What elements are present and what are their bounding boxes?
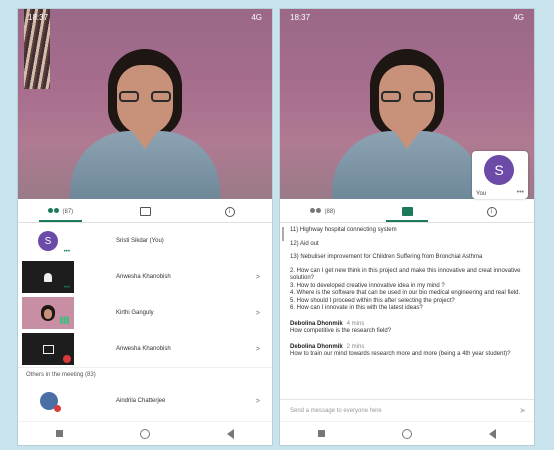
- tab-info[interactable]: i: [449, 201, 534, 222]
- chevron-right-icon[interactable]: >: [256, 346, 260, 353]
- participant-row[interactable]: Aindrila Chatterjee >: [18, 383, 272, 419]
- status-bar: 18:37 4G: [280, 9, 534, 25]
- participant-name: Sristi Sikdar (You): [116, 238, 164, 244]
- tab-people[interactable]: (87): [18, 201, 103, 222]
- tab-info[interactable]: i: [187, 201, 272, 222]
- chat-text-line: 5. How should I proceed within this afte…: [290, 297, 455, 304]
- more-icon: •••: [63, 285, 70, 291]
- send-icon[interactable]: ➤: [519, 406, 526, 415]
- participant-name: Aindrila Chatterjee: [116, 398, 166, 404]
- participant-row[interactable]: S ••• Sristi Sikdar (You): [18, 223, 272, 259]
- recents-button[interactable]: [56, 430, 64, 437]
- android-nav-bar: [18, 421, 272, 445]
- left-phone-screen: 18:37 4G (87) i S ••• Sristi Sikdar (You…: [17, 8, 273, 446]
- back-button[interactable]: [226, 428, 234, 439]
- message-time: 4 mins: [346, 320, 365, 327]
- participant-name: Anwesha Khanobish: [116, 274, 171, 280]
- avatar: S: [38, 231, 58, 251]
- message-time: 2 mins: [346, 343, 365, 350]
- participant-row[interactable]: ▌▌▌ Kirthi Ganguly >: [18, 295, 272, 331]
- tab-chat[interactable]: [103, 201, 188, 222]
- more-icon[interactable]: •••: [517, 189, 524, 196]
- participant-thumb: •••: [22, 261, 74, 293]
- tab-people[interactable]: (88): [280, 201, 365, 222]
- participant-name: Kirthi Ganguly: [116, 310, 154, 316]
- chat-icon: [139, 207, 151, 216]
- message-sender: Debolina Dhonmik: [290, 320, 343, 327]
- participant-thumb: ▌▌▌: [22, 297, 74, 329]
- chat-text-line: 11) Highway hospital connecting system: [290, 227, 397, 233]
- chat-text-line: 3. How to developed creative innovative …: [290, 282, 445, 289]
- participant-list: S ••• Sristi Sikdar (You) ••• Anwesha Kh…: [18, 223, 272, 421]
- chat-icon: [401, 207, 413, 216]
- self-label: You: [476, 191, 487, 197]
- tab-people-label: (88): [324, 208, 336, 215]
- info-icon: i: [486, 206, 497, 217]
- chat-text-line: 13) Nebuliser improvement for Children S…: [290, 254, 483, 260]
- status-time: 18:37: [28, 12, 49, 22]
- participant-row[interactable]: Anwesha Khanobish >: [18, 331, 272, 367]
- message-text: How competitive is the research field?: [290, 328, 392, 334]
- people-icon: [47, 208, 60, 215]
- android-nav-bar: [280, 421, 534, 445]
- others-heading: Others in the meeting (83): [18, 367, 272, 383]
- avatar: [40, 392, 61, 412]
- bell-icon: [44, 272, 52, 282]
- status-bar: 18:37 4G: [18, 9, 272, 25]
- message-sender: Debolina Dhonmik: [290, 343, 343, 350]
- audio-level-icon: ▌▌▌: [60, 318, 71, 324]
- participant-thumb: [22, 333, 74, 365]
- chevron-right-icon[interactable]: >: [256, 274, 260, 281]
- message-input[interactable]: Send a message to everyone here ➤: [280, 399, 534, 421]
- people-icon: [309, 208, 322, 215]
- avatar: S: [484, 155, 514, 185]
- recents-button[interactable]: [318, 430, 326, 437]
- speaker-video: [70, 39, 220, 199]
- message-input-placeholder: Send a message to everyone here: [290, 407, 382, 414]
- more-icon: •••: [63, 249, 70, 255]
- status-time: 18:37: [290, 12, 311, 22]
- chevron-right-icon[interactable]: >: [256, 398, 260, 405]
- mic-off-icon: [63, 355, 71, 363]
- home-button[interactable]: [401, 428, 412, 439]
- participant-thumb: S •••: [22, 225, 74, 257]
- participant-row[interactable]: ••• Anwesha Khanobish >: [18, 259, 272, 295]
- chat-text-line: 4. Where is the software that can be use…: [290, 290, 521, 296]
- chat-text-line: 6. How can I innovate in this with the l…: [290, 305, 423, 311]
- back-button[interactable]: [488, 428, 496, 439]
- chat-panel: 11) Highway hospital connecting system 1…: [280, 223, 534, 399]
- chat-message: Debolina Dhonmik 2 mins How to train our …: [290, 344, 526, 359]
- info-icon: i: [224, 206, 235, 217]
- meeting-tabs: (88) i: [280, 201, 534, 223]
- self-view-tile[interactable]: S You •••: [472, 151, 528, 199]
- status-signal: 4G: [251, 12, 262, 22]
- tab-chat[interactable]: [365, 201, 450, 222]
- chat-message: Debolina Dhonmik 4 mins How competitive i…: [290, 321, 526, 336]
- right-phone-screen: 18:37 4G S You ••• (88) i 11) Highway ho…: [279, 8, 535, 446]
- meeting-tabs: (87) i: [18, 201, 272, 223]
- main-video: [18, 9, 272, 199]
- speaker-video: [332, 39, 482, 199]
- home-button[interactable]: [139, 428, 150, 439]
- message-text: How to train our mind towards research m…: [290, 351, 511, 357]
- participant-name: Anwesha Khanobish: [116, 346, 171, 352]
- chat-text-line: 12) Aid out: [290, 240, 319, 247]
- chevron-right-icon[interactable]: >: [256, 310, 260, 317]
- status-signal: 4G: [513, 12, 524, 22]
- chat-question-block: 2. How can I get new think in this proje…: [290, 268, 526, 313]
- chat-text-line: 2. How can I get new think in this proje…: [290, 267, 521, 282]
- tab-people-label: (87): [62, 208, 74, 215]
- share-screen-icon: [42, 344, 54, 354]
